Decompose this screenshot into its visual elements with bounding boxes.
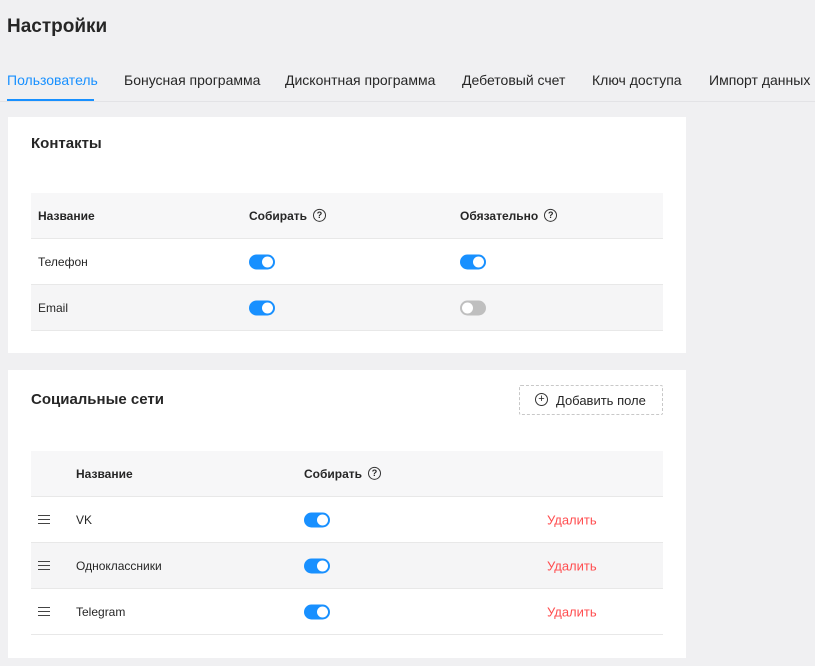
drag-handle-icon[interactable] bbox=[38, 606, 50, 617]
contacts-card: Контакты Название Собирать? Обязательно?… bbox=[8, 117, 686, 353]
delete-link[interactable]: Удалить bbox=[547, 558, 597, 573]
column-header-collect-label: Собирать bbox=[304, 466, 363, 481]
drag-handle-icon[interactable] bbox=[38, 560, 50, 571]
active-tab-indicator bbox=[7, 99, 94, 101]
toggle-knob bbox=[317, 560, 328, 571]
contacts-table: Название Собирать? Обязательно? Телефон … bbox=[31, 193, 663, 331]
tab-access-key[interactable]: Ключ доступа bbox=[592, 72, 682, 88]
required-toggle[interactable] bbox=[460, 300, 486, 315]
question-circle-icon[interactable]: ? bbox=[544, 208, 558, 222]
delete-link[interactable]: Удалить bbox=[547, 512, 597, 527]
collect-toggle[interactable] bbox=[249, 300, 275, 315]
table-row: VK Удалить bbox=[31, 497, 663, 543]
row-name: Telegram bbox=[76, 604, 126, 619]
row-name: Телефон bbox=[38, 254, 88, 269]
page-title: Настройки bbox=[7, 16, 108, 37]
column-header-required-label: Обязательно bbox=[460, 208, 539, 223]
toggle-knob bbox=[262, 256, 273, 267]
column-header-name: Название bbox=[38, 208, 95, 223]
toggle-knob bbox=[262, 302, 273, 313]
toggle-knob bbox=[317, 514, 328, 525]
social-table: Название Собирать? VK Удалить Одноклассн… bbox=[31, 451, 663, 635]
toggle-knob bbox=[473, 256, 484, 267]
column-header-collect: Собирать? bbox=[249, 208, 327, 223]
table-row: Telegram Удалить bbox=[31, 589, 663, 635]
required-toggle[interactable] bbox=[460, 254, 486, 269]
column-header-name: Название bbox=[76, 466, 133, 481]
tab-bonus-program[interactable]: Бонусная программа bbox=[124, 72, 260, 88]
column-header-collect: Собирать? bbox=[304, 466, 382, 481]
add-field-label: Добавить поле bbox=[556, 393, 646, 408]
table-row: Email bbox=[31, 285, 663, 331]
row-name: Email bbox=[38, 300, 69, 315]
question-circle-icon[interactable]: ? bbox=[313, 208, 327, 222]
tab-bar: Пользователь Бонусная программа Дисконтн… bbox=[0, 60, 815, 102]
delete-link[interactable]: Удалить bbox=[547, 604, 597, 619]
tab-debit-account[interactable]: Дебетовый счет bbox=[462, 72, 565, 88]
social-card: Социальные сети + Добавить поле Название… bbox=[8, 370, 686, 658]
row-name: VK bbox=[76, 512, 93, 527]
table-row: Телефон bbox=[31, 239, 663, 285]
contacts-title: Контакты bbox=[31, 135, 102, 152]
question-circle-icon[interactable]: ? bbox=[368, 466, 382, 480]
column-header-required: Обязательно? bbox=[460, 208, 558, 223]
tab-discount-program[interactable]: Дисконтная программа bbox=[285, 72, 435, 88]
toggle-knob bbox=[462, 302, 473, 313]
contacts-table-header: Название Собирать? Обязательно? bbox=[31, 193, 663, 239]
drag-handle-icon[interactable] bbox=[38, 514, 50, 525]
tab-data-import[interactable]: Импорт данных bbox=[709, 72, 810, 88]
tab-user[interactable]: Пользователь bbox=[7, 72, 98, 88]
row-name: Одноклассники bbox=[76, 558, 162, 573]
social-title: Социальные сети bbox=[31, 391, 164, 408]
table-row: Одноклассники Удалить bbox=[31, 543, 663, 589]
collect-toggle[interactable] bbox=[249, 254, 275, 269]
collect-toggle[interactable] bbox=[304, 604, 330, 619]
toggle-knob bbox=[317, 606, 328, 617]
column-header-collect-label: Собирать bbox=[249, 208, 308, 223]
add-field-button[interactable]: + Добавить поле bbox=[519, 385, 663, 415]
collect-toggle[interactable] bbox=[304, 558, 330, 573]
social-table-header: Название Собирать? bbox=[31, 451, 663, 497]
plus-circle-icon: + bbox=[535, 393, 548, 406]
collect-toggle[interactable] bbox=[304, 512, 330, 527]
